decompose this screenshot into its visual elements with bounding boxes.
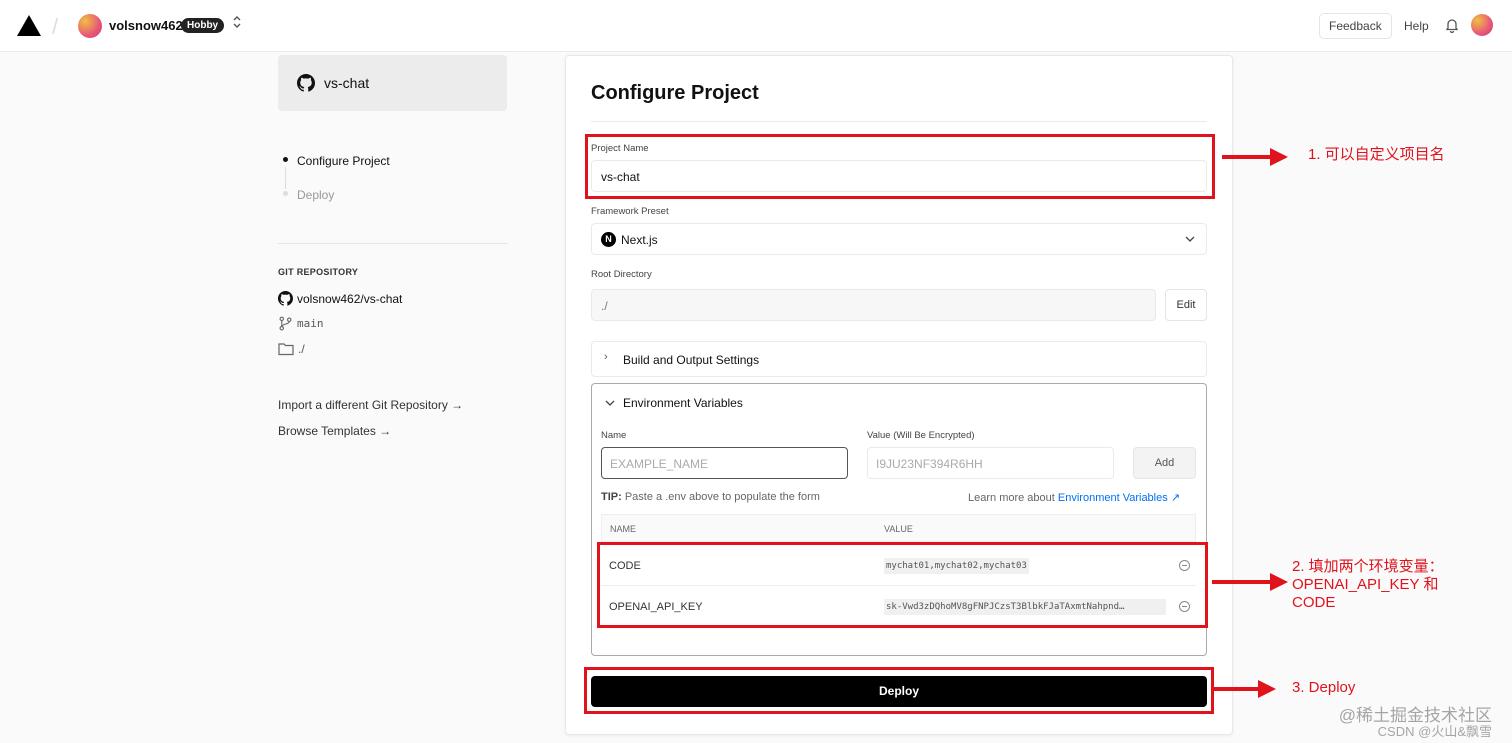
sidebar-divider [278,243,508,244]
breadcrumb-separator: / [52,14,59,39]
directory-row: ./ [278,342,305,356]
git-branch-icon [279,316,292,331]
env-name-label: Name [601,430,627,441]
folder-icon [278,343,294,356]
annotation-note-3: 3. Deploy [1292,679,1356,696]
github-icon [278,291,293,306]
env-name-input[interactable]: EXAMPLE_NAME [601,447,848,479]
branch-row: main [278,316,324,331]
repo-card: vs-chat [278,55,507,111]
repo-card-name: vs-chat [324,75,370,91]
plan-badge: Hobby [181,18,225,33]
framework-preset-label: Framework Preset [591,206,669,217]
build-output-settings-toggle[interactable]: › Build and Output Settings [591,341,1207,377]
annotation-arrow [1213,680,1276,698]
title-divider [591,121,1207,122]
tip-text: Paste a .env above to populate the form [621,491,820,503]
watermark-line-2: CSDN @火山&飘雪 [1377,724,1492,739]
bell-icon[interactable] [1445,17,1459,34]
chevron-down-icon[interactable] [605,399,615,407]
build-output-settings-label: Build and Output Settings [623,353,760,367]
chevron-right-icon: › [604,351,608,363]
environment-variables-label[interactable]: Environment Variables [623,396,743,410]
env-table-value-header: VALUE [884,524,913,534]
account-name[interactable]: volsnow462 [109,18,183,33]
learn-more: Learn more about Environment Variables ↗ [968,491,1180,504]
annotation-note-2-line: OPENAI_API_KEY 和 [1292,576,1439,593]
feedback-button[interactable]: Feedback [1319,13,1392,39]
user-avatar[interactable] [1471,14,1493,36]
chevron-down-icon [1185,236,1195,242]
import-repository-link[interactable]: Import a different Git Repository → [278,398,463,412]
annotation-note-2-line: CODE [1292,594,1336,611]
external-link-icon: ↗ [1170,492,1181,504]
annotation-note-2-line: 2. 填加两个环境变量： [1292,558,1444,575]
step-indicator-active [283,157,288,162]
chevron-updown-icon[interactable] [231,14,243,31]
step-configure-project: Configure Project [297,154,390,168]
annotation-box-deploy [584,667,1214,714]
step-connector [285,167,286,189]
annotation-note-2: 2. 填加两个环境变量： OPENAI_API_KEY 和 CODE [1292,558,1444,612]
nextjs-icon: N [601,232,616,247]
learn-more-prefix: Learn more about [968,492,1058,504]
edit-root-directory-button[interactable]: Edit [1165,289,1207,321]
framework-preset-value: Next.js [621,233,658,247]
step-deploy: Deploy [297,188,335,202]
repo-full-name-row[interactable]: volsnow462/vs-chat [278,291,402,306]
env-table-name-header: NAME [610,524,637,534]
environment-variables-link[interactable]: Environment Variables [1058,492,1168,504]
env-tip: TIP: Paste a .env above to populate the … [601,491,820,503]
github-icon [297,74,315,92]
help-link[interactable]: Help [1404,19,1429,33]
repo-full-name: volsnow462/vs-chat [297,291,403,306]
annotation-arrow [1212,573,1288,591]
top-bar: / volsnow462 Hobby Feedback Help [0,0,1512,52]
root-directory-input: ./ [591,289,1156,321]
git-repository-heading: GIT REPOSITORY [278,267,359,277]
annotation-box-env-vars [597,542,1208,628]
annotation-box-project-name [585,134,1215,199]
root-directory-label: Root Directory [591,269,652,280]
vercel-logo-icon[interactable] [17,15,41,36]
env-table-header: NAME VALUE [601,514,1196,542]
page-title: Configure Project [591,82,759,104]
avatar[interactable] [78,14,102,38]
branch-name: main [297,317,324,330]
env-value-label: Value (Will Be Encrypted) [867,430,975,441]
directory-path: ./ [298,342,305,356]
tip-prefix: TIP: [601,491,622,503]
env-value-input[interactable]: I9JU23NF394R6HH [867,447,1114,479]
annotation-note-1: 1. 可以自定义项目名 [1308,146,1445,163]
browse-templates-link[interactable]: Browse Templates → [278,424,391,438]
annotation-arrow [1222,148,1288,166]
step-indicator [283,191,288,196]
framework-preset-select[interactable]: N Next.js [591,223,1207,255]
add-env-button[interactable]: Add [1133,447,1196,479]
